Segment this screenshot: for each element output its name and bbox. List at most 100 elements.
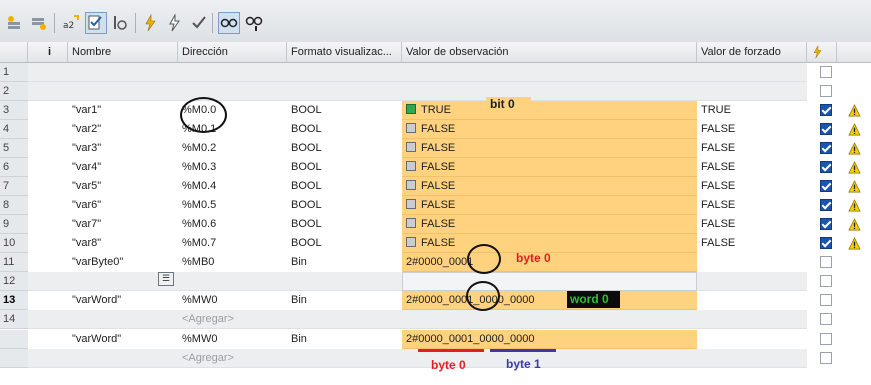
force-checkbox[interactable]	[820, 275, 832, 287]
row-number[interactable]: 9	[0, 215, 28, 234]
address-cell[interactable]: %M0.4	[178, 177, 287, 196]
modify-now-icon[interactable]	[140, 12, 162, 34]
address-cell[interactable]: %MW0	[178, 291, 287, 310]
format-cell[interactable]: BOOL	[287, 196, 402, 215]
format-cell[interactable]	[287, 63, 402, 82]
address-cell[interactable]: %M0.6	[178, 215, 287, 234]
format-cell[interactable]: BOOL	[287, 120, 402, 139]
row-number[interactable]: 4	[0, 120, 28, 139]
table-row[interactable]: 6 "var4" %M0.3 BOOL FALSE FALSE	[0, 158, 871, 177]
format-cell[interactable]: BOOL	[287, 234, 402, 253]
table-row[interactable]: "varWord" %MW0 Bin 2#0000_0001_0000_0000	[0, 330, 871, 349]
force-value-cell[interactable]: FALSE	[697, 120, 807, 139]
monitor-value-cell[interactable]: FALSE	[402, 177, 697, 196]
force-checkbox[interactable]	[820, 352, 832, 364]
row-number[interactable]: 6	[0, 158, 28, 177]
info-cell[interactable]	[28, 63, 68, 82]
table-row[interactable]: 9 "var7" %M0.6 BOOL FALSE FALSE	[0, 215, 871, 234]
force-value-cell[interactable]: FALSE	[697, 139, 807, 158]
monitor-all-icon[interactable]	[85, 12, 107, 34]
name-cell[interactable]: "var8"	[68, 234, 178, 253]
show-all-modify-columns-icon[interactable]	[243, 12, 265, 34]
force-value-cell[interactable]: FALSE	[697, 177, 807, 196]
force-checkbox[interactable]	[820, 199, 832, 211]
table-row[interactable]: 14 <Agregar>	[0, 310, 871, 329]
table-row[interactable]: 12	[0, 272, 871, 291]
name-cell[interactable]	[68, 349, 178, 368]
row-number[interactable]: 5	[0, 139, 28, 158]
row-number[interactable]: 8	[0, 196, 28, 215]
table-row[interactable]: 13 "varWord" %MW0 Bin 2#0000_0001_0000_0000	[0, 291, 871, 310]
info-column-header[interactable]: i	[28, 42, 68, 62]
name-cell[interactable]: "var7"	[68, 215, 178, 234]
table-row[interactable]: 11 "varByte0" %MB0 Bin 2#0000_0001	[0, 253, 871, 272]
info-cell[interactable]	[28, 349, 68, 368]
address-cell[interactable]: %MW0	[178, 330, 287, 349]
format-cell[interactable]: BOOL	[287, 215, 402, 234]
address-cell[interactable]: <Agregar>	[178, 310, 287, 329]
force-checkbox[interactable]	[820, 104, 832, 116]
monitor-value-cell[interactable]: 2#0000_0001_0000_0000	[402, 330, 697, 349]
table-row[interactable]: 8 "var6" %M0.5 BOOL FALSE FALSE	[0, 196, 871, 215]
address-cell[interactable]	[178, 63, 287, 82]
force-value-cell[interactable]	[697, 63, 807, 82]
address-cell[interactable]: %M0.5	[178, 196, 287, 215]
force-value-cell[interactable]: FALSE	[697, 234, 807, 253]
monitor-once-icon[interactable]	[109, 12, 131, 34]
address-column-header[interactable]: Dirección	[178, 42, 287, 62]
row-number[interactable]: 10	[0, 234, 28, 253]
insert-row-icon[interactable]	[4, 12, 26, 34]
address-cell[interactable]: %M0.2	[178, 139, 287, 158]
force-checkbox[interactable]	[820, 218, 832, 230]
force-value-cell[interactable]	[697, 291, 807, 310]
force-value-cell[interactable]	[697, 330, 807, 349]
row-number[interactable]	[0, 330, 28, 349]
name-cell[interactable]: "var1"	[68, 101, 178, 120]
row-number[interactable]: 2	[0, 82, 28, 101]
force-checkbox[interactable]	[820, 237, 832, 249]
format-cell[interactable]: Bin	[287, 291, 402, 310]
monitor-value-column-header[interactable]: Valor de observación	[402, 42, 697, 62]
name-cell[interactable]	[68, 63, 178, 82]
monitor-value-cell[interactable]: FALSE	[402, 139, 697, 158]
name-cell[interactable]: "varByte0"	[68, 253, 178, 272]
address-cell[interactable]: %M0.3	[178, 158, 287, 177]
monitor-value-cell[interactable]	[402, 82, 697, 101]
add-row-icon[interactable]	[28, 12, 50, 34]
table-row[interactable]: 10 "var8" %M0.7 BOOL FALSE FALSE	[0, 234, 871, 253]
monitor-value-cell[interactable]: FALSE	[402, 158, 697, 177]
force-checkbox[interactable]	[820, 313, 832, 325]
monitor-value-cell[interactable]	[402, 272, 697, 291]
table-row[interactable]: 1	[0, 63, 871, 82]
force-checkbox[interactable]	[820, 142, 832, 154]
format-cell[interactable]: BOOL	[287, 139, 402, 158]
row-number[interactable]: 14	[0, 310, 28, 329]
modify-trigger-icon[interactable]	[164, 12, 186, 34]
name-cell[interactable]	[68, 310, 178, 329]
force-checkbox[interactable]	[820, 66, 832, 78]
monitor-value-cell[interactable]: FALSE	[402, 120, 697, 139]
info-cell[interactable]	[28, 272, 68, 291]
row-number[interactable]	[0, 349, 28, 368]
row-number[interactable]: 12	[0, 272, 28, 291]
monitor-value-cell[interactable]: FALSE	[402, 215, 697, 234]
format-cell[interactable]: BOOL	[287, 177, 402, 196]
format-cell[interactable]	[287, 82, 402, 101]
force-value-cell[interactable]	[697, 253, 807, 272]
force-value-cell[interactable]	[697, 310, 807, 329]
name-column-header[interactable]: Nombre	[68, 42, 178, 62]
name-cell[interactable]: "var4"	[68, 158, 178, 177]
force-value-cell[interactable]: FALSE	[697, 215, 807, 234]
force-checkbox[interactable]	[820, 333, 832, 345]
format-cell[interactable]: BOOL	[287, 158, 402, 177]
monitor-value-cell[interactable]	[402, 63, 697, 82]
format-cell[interactable]: Bin	[287, 253, 402, 272]
format-cell[interactable]	[287, 349, 402, 368]
monitor-value-cell[interactable]: FALSE	[402, 196, 697, 215]
row-number[interactable]: 13	[0, 291, 28, 310]
row-number[interactable]: 7	[0, 177, 28, 196]
format-cell[interactable]	[287, 272, 402, 291]
monitor-value-cell[interactable]	[402, 310, 697, 329]
name-cell[interactable]	[68, 82, 178, 101]
monitor-value-cell[interactable]: TRUE	[402, 101, 697, 120]
